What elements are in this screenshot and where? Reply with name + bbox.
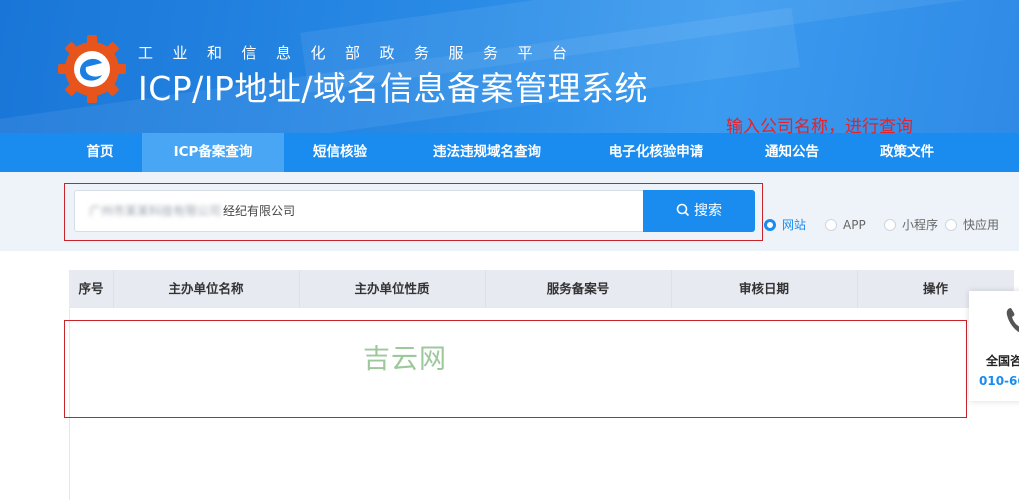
miit-logo-icon bbox=[58, 35, 126, 103]
column-divider bbox=[299, 270, 300, 308]
radio-dot bbox=[884, 219, 896, 231]
radio-dot bbox=[764, 219, 776, 231]
nav-item-illegal-domain[interactable]: 违法违规域名查询 bbox=[408, 133, 566, 172]
highlight-box-results bbox=[64, 320, 967, 418]
annotation-text: 输入公司名称，进行查询 bbox=[726, 117, 913, 137]
column-header-org-name: 主办单位名称 bbox=[168, 281, 244, 296]
radio-label: APP bbox=[843, 218, 866, 232]
nav-item-notices[interactable]: 通知公告 bbox=[742, 133, 842, 172]
radio-dot bbox=[945, 219, 957, 231]
column-divider bbox=[671, 270, 672, 308]
radio-label: 网站 bbox=[782, 218, 807, 232]
filter-radio-app[interactable]: APP bbox=[825, 217, 866, 233]
column-header-index: 序号 bbox=[78, 281, 104, 296]
main-nav: 首页 ICP备案查询 短信核验 违法违规域名查询 电子化核验申请 通知公告 政策… bbox=[0, 133, 1019, 172]
nav-item-e-verify[interactable]: 电子化核验申请 bbox=[588, 133, 724, 172]
filter-radio-miniprogram[interactable]: 小程序 bbox=[884, 217, 938, 233]
radio-dot bbox=[825, 219, 837, 231]
column-divider bbox=[485, 270, 486, 308]
column-header-record-number: 服务备案号 bbox=[546, 281, 610, 296]
column-header-org-type: 主办单位性质 bbox=[354, 281, 430, 296]
filter-radio-website[interactable]: 网站 bbox=[764, 217, 806, 233]
highlight-box-search bbox=[64, 183, 763, 241]
hotline-panel[interactable]: 全国咨 010-66 bbox=[969, 291, 1019, 401]
header-subtitle: 工业和信息化部政务服务平台 bbox=[138, 44, 587, 62]
watermark: 吉云网 bbox=[363, 344, 447, 375]
phone-icon bbox=[1006, 308, 1019, 333]
filter-radio-quickapp[interactable]: 快应用 bbox=[945, 217, 999, 233]
column-divider bbox=[113, 270, 114, 308]
nav-item-policies[interactable]: 政策文件 bbox=[857, 133, 957, 172]
radio-label: 快应用 bbox=[963, 218, 1000, 232]
column-header-review-date: 审核日期 bbox=[738, 281, 789, 296]
radio-label: 小程序 bbox=[902, 218, 939, 232]
nav-item-sms-verify[interactable]: 短信核验 bbox=[290, 133, 390, 172]
nav-item-home[interactable]: 首页 bbox=[59, 133, 141, 172]
page-title: ICP/IP地址/域名信息备案管理系统 bbox=[138, 69, 649, 108]
hotline-number: 010-66 bbox=[979, 374, 1019, 388]
hotline-label: 全国咨 bbox=[986, 354, 1019, 368]
column-divider bbox=[857, 270, 858, 308]
nav-item-icp-query[interactable]: ICP备案查询 bbox=[142, 133, 284, 172]
